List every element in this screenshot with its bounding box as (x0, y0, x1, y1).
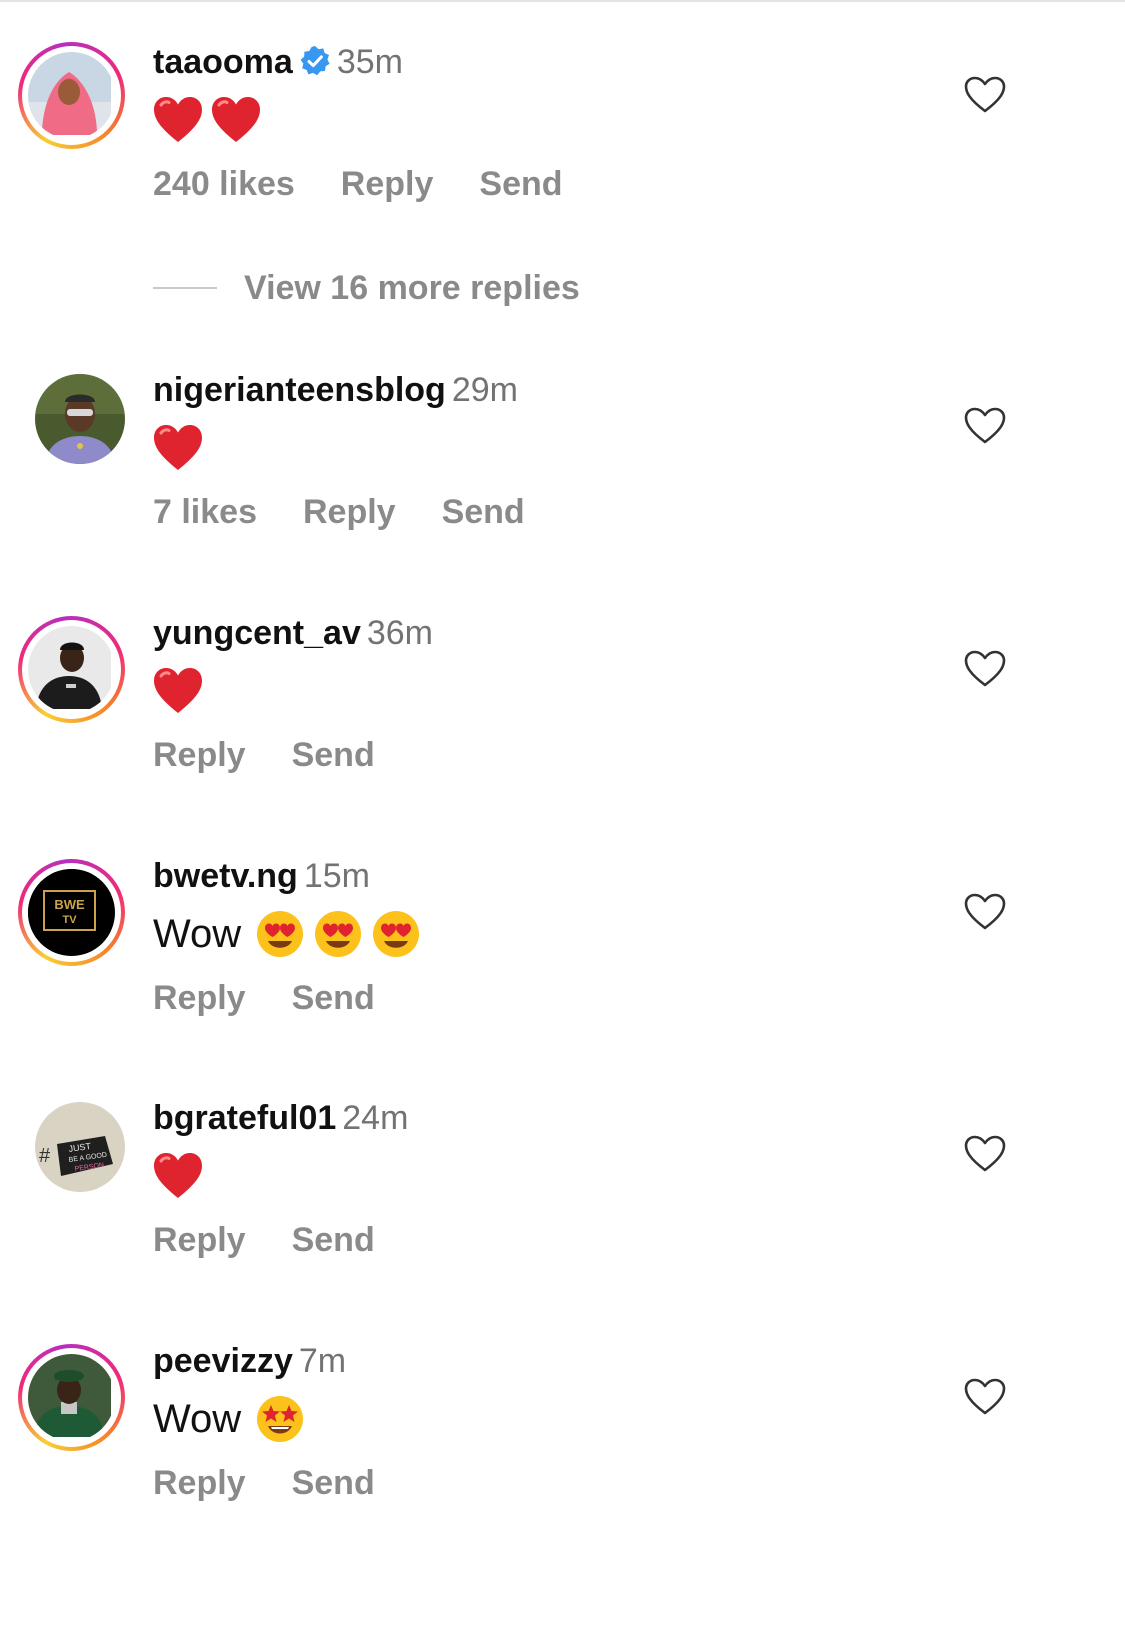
comment-word: Wow (153, 912, 242, 957)
comment-actions: 7 likes Reply Send (153, 492, 571, 532)
top-divider (0, 0, 1125, 2)
comment-item: BWE TV bwetv.ng 15m Wow Reply Send (0, 856, 1125, 1026)
reply-button[interactable]: Reply (153, 1464, 246, 1502)
heart-eyes-emoji (315, 911, 362, 958)
avatar-image (28, 626, 115, 713)
send-button[interactable]: Send (479, 165, 562, 203)
red-heart-emoji (154, 1153, 202, 1199)
comment-time: 24m (342, 1099, 409, 1137)
svg-text:#: # (39, 1145, 51, 1167)
heart-eyes-emoji (257, 911, 304, 958)
avatar[interactable]: # JUST BE A GOOD PERSON (35, 1102, 125, 1192)
comment-actions: Reply Send (153, 978, 421, 1018)
comment-time: 7m (298, 1342, 347, 1380)
comment-header: yungcent_av 36m (153, 613, 433, 653)
avatar-image: # JUST BE A GOOD PERSON (35, 1102, 125, 1192)
star-struck-emoji (257, 1396, 304, 1443)
avatar[interactable] (18, 1344, 125, 1451)
heart-eyes-emoji (373, 911, 420, 958)
likes-count[interactable]: 7 likes (153, 493, 257, 531)
comment-item: peevizzy 7m Wow Reply Send (0, 1341, 1125, 1511)
heart-outline-icon[interactable] (964, 76, 1006, 114)
send-button[interactable]: Send (292, 979, 375, 1017)
avatar-image: BWE TV (28, 869, 115, 956)
svg-text:TV: TV (62, 914, 77, 926)
comment-text (153, 661, 211, 717)
avatar[interactable]: BWE TV (18, 859, 125, 966)
reply-button[interactable]: Reply (153, 979, 246, 1017)
comment-time: 15m (303, 857, 370, 895)
avatar-image (35, 374, 125, 464)
comment-item: # JUST BE A GOOD PERSON bgrateful01 24m R… (0, 1098, 1125, 1268)
avatar[interactable] (18, 42, 125, 149)
username[interactable]: bwetv.ng (153, 857, 298, 895)
view-more-replies-label[interactable]: View 16 more replies (244, 268, 580, 308)
comment-text (153, 418, 211, 474)
avatar-image (28, 1354, 115, 1441)
comment-text: Wow (153, 1389, 313, 1447)
comment-header: taaooma 35m (153, 42, 403, 82)
verified-badge-icon (300, 46, 330, 76)
username[interactable]: peevizzy (153, 1342, 293, 1380)
comment-header: peevizzy 7m (153, 1341, 346, 1381)
red-heart-emoji (154, 97, 202, 143)
comment-actions: Reply Send (153, 1463, 421, 1503)
comment-header: bwetv.ng 15m (153, 856, 370, 896)
send-button[interactable]: Send (292, 1221, 375, 1259)
username[interactable]: yungcent_av (153, 614, 361, 652)
comment-time: 36m (366, 614, 433, 652)
username[interactable]: nigerianteensblog (153, 371, 446, 409)
comment-time: 29m (451, 371, 518, 409)
username[interactable]: bgrateful01 (153, 1099, 336, 1137)
avatar[interactable] (35, 374, 125, 464)
send-button[interactable]: Send (292, 736, 375, 774)
red-heart-emoji (212, 97, 260, 143)
username[interactable]: taaooma (153, 43, 293, 81)
comment-actions: Reply Send (153, 735, 421, 775)
send-button[interactable]: Send (442, 493, 525, 531)
comment-item: nigerianteensblog 29m 7 likes Reply Send (0, 370, 1125, 540)
reply-button[interactable]: Reply (153, 736, 246, 774)
likes-count[interactable]: 240 likes (153, 165, 295, 203)
heart-outline-icon[interactable] (964, 407, 1006, 445)
red-heart-emoji (154, 668, 202, 714)
comment-time: 35m (336, 43, 403, 81)
reply-button[interactable]: Reply (153, 1221, 246, 1259)
send-button[interactable]: Send (292, 1464, 375, 1502)
red-heart-emoji (154, 425, 202, 471)
comment-actions: Reply Send (153, 1220, 421, 1260)
comment-header: bgrateful01 24m (153, 1098, 408, 1138)
heart-outline-icon[interactable] (964, 1378, 1006, 1416)
comment-item: yungcent_av 36m Reply Send (0, 613, 1125, 783)
comment-header: nigerianteensblog 29m (153, 370, 518, 410)
comment-text (153, 90, 269, 146)
reply-button[interactable]: Reply (341, 165, 434, 203)
heart-outline-icon[interactable] (964, 650, 1006, 688)
heart-outline-icon[interactable] (964, 893, 1006, 931)
comment-text (153, 1146, 211, 1202)
heart-outline-icon[interactable] (964, 1135, 1006, 1173)
comment-text: Wow (153, 904, 429, 962)
comment-word: Wow (153, 1397, 242, 1442)
thread-line (153, 287, 217, 289)
comment-item: taaooma 35m 240 likes Reply Send (0, 42, 1125, 212)
avatar-image (28, 52, 115, 139)
reply-button[interactable]: Reply (303, 493, 396, 531)
svg-text:BWE: BWE (54, 897, 85, 912)
comment-actions: 240 likes Reply Send (153, 164, 609, 204)
avatar[interactable] (18, 616, 125, 723)
